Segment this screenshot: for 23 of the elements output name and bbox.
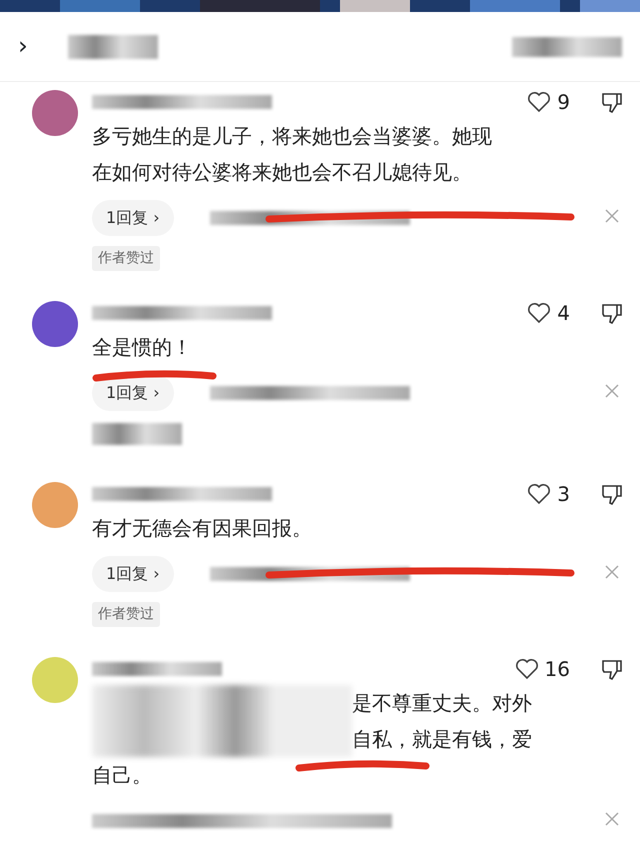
thumbs-down-icon[interactable] bbox=[600, 657, 624, 681]
comment-text: 多亏她生的是儿子，将来她也会当婆婆。她现 在如何对待公婆将来她也会不召儿媳待见。 bbox=[92, 123, 493, 186]
comment-text: 有才无德会有因果回报。 bbox=[92, 515, 313, 542]
comment-text: 自私，就是有钱，爱 bbox=[352, 726, 532, 753]
comment-text: 自己。 bbox=[92, 762, 153, 789]
heart-icon[interactable] bbox=[514, 658, 539, 680]
heart-icon[interactable] bbox=[527, 91, 552, 113]
reply-button[interactable]: 1回复 › bbox=[92, 556, 174, 592]
back-button[interactable]: › bbox=[18, 34, 28, 59]
thumbs-down-icon[interactable] bbox=[600, 482, 624, 506]
heart-icon[interactable] bbox=[527, 302, 552, 324]
heart-icon[interactable] bbox=[527, 483, 552, 505]
comment-text: 是不尊重丈夫。对外 bbox=[352, 690, 532, 717]
comment-text: 全是惯的！ bbox=[92, 334, 193, 361]
like-count: 4 bbox=[557, 300, 570, 327]
thumbs-down-icon[interactable] bbox=[600, 90, 624, 114]
author-liked-tag: 作者赞过 bbox=[92, 246, 160, 271]
thumbs-down-icon[interactable] bbox=[600, 301, 624, 325]
like-count: 16 bbox=[544, 656, 570, 683]
like-count: 3 bbox=[557, 481, 570, 508]
like-count: 9 bbox=[557, 89, 570, 116]
reply-button[interactable]: 1回复 › bbox=[92, 200, 174, 236]
author-liked-tag: 作者赞过 bbox=[92, 602, 160, 627]
